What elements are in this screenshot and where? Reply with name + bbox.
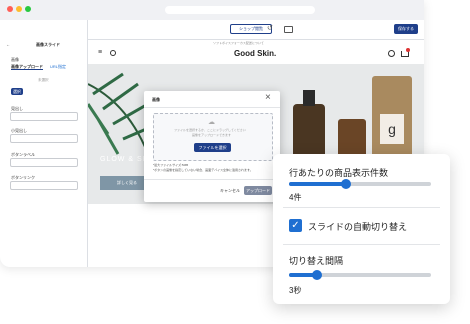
products-per-row-slider-fill bbox=[289, 182, 346, 186]
undo-icon[interactable]: ↺ bbox=[267, 25, 273, 33]
cancel-button[interactable]: キャンセル bbox=[220, 188, 240, 193]
panel-title: 画像スライド bbox=[36, 42, 60, 47]
choose-file-button[interactable]: ファイルを選択 bbox=[194, 143, 231, 152]
no-image-hint: 未選択 bbox=[38, 78, 49, 82]
save-button[interactable]: 保存する bbox=[394, 24, 418, 34]
close-icon[interactable]: × bbox=[265, 93, 271, 103]
monitor-icon[interactable] bbox=[284, 26, 293, 33]
account-icon[interactable] bbox=[388, 50, 395, 57]
close-window-dot[interactable] bbox=[7, 6, 13, 12]
cloud-upload-icon: ☁ bbox=[208, 119, 215, 126]
interval-slider[interactable] bbox=[289, 273, 431, 277]
interval-label: 切り替え間隔 bbox=[289, 256, 344, 266]
image-section-label: 画像 bbox=[11, 57, 19, 62]
modal-title: 画像 bbox=[152, 97, 160, 102]
store-logo[interactable]: Good Skin. bbox=[234, 49, 276, 58]
editor-side-panel: ← 画像スライド 画像 画像アップロード URL指定 未選択 選択 見出し 小見… bbox=[0, 20, 88, 267]
button-link-input[interactable] bbox=[10, 181, 78, 190]
settings-divider bbox=[283, 244, 440, 245]
maximize-window-dot[interactable] bbox=[25, 6, 31, 12]
subheading-input[interactable] bbox=[10, 134, 78, 143]
modal-footer-divider bbox=[144, 179, 280, 180]
device-note: *ボタンの画像を指定していない場合、画面デバイス全体に適用されます。 bbox=[153, 168, 253, 172]
image-upload-modal: 画像 × ☁ ファイルを選択するか、ここにドラッグしてください 画像をアップロー… bbox=[144, 91, 280, 202]
preview-shop-button[interactable]: ショップ閲覧 bbox=[230, 24, 272, 34]
field-label-subheading: 小見出し bbox=[11, 128, 27, 133]
product-label: g bbox=[380, 114, 404, 144]
dropzone-subtext: 画像をアップロードできます bbox=[192, 133, 232, 137]
search-icon[interactable] bbox=[110, 50, 116, 56]
file-drop-zone[interactable]: ☁ ファイルを選択するか、ここにドラッグしてください 画像をアップロードできます… bbox=[153, 113, 273, 161]
select-image-button[interactable]: 選択 bbox=[11, 88, 23, 95]
upload-button[interactable]: アップロード bbox=[244, 186, 272, 195]
settings-divider bbox=[283, 207, 440, 208]
products-per-row-value: 4件 bbox=[289, 193, 302, 202]
autoplay-checkbox[interactable]: ✓ bbox=[289, 219, 302, 232]
menu-icon[interactable]: ≡ bbox=[98, 49, 102, 56]
minimize-window-dot[interactable] bbox=[16, 6, 22, 12]
autoplay-label: スライドの自動切り替え bbox=[308, 222, 408, 232]
interval-slider-thumb[interactable] bbox=[312, 270, 323, 280]
address-bar[interactable] bbox=[165, 6, 315, 14]
heading-input[interactable] bbox=[10, 112, 78, 121]
field-label-heading: 見出し bbox=[11, 106, 23, 111]
slideshow-settings-card: 行あたりの商品表示件数 4件 ✓ スライドの自動切り替え 切り替え間隔 3秒 bbox=[273, 154, 450, 304]
back-arrow-icon[interactable]: ← bbox=[6, 42, 10, 47]
products-per-row-label: 行あたりの商品表示件数 bbox=[289, 168, 389, 178]
tab-url[interactable]: URL指定 bbox=[50, 64, 66, 69]
cart-count-badge bbox=[406, 48, 410, 52]
announcement-bar: ソフトボイスフォーカス配送について bbox=[213, 41, 264, 45]
field-label-button-link: ボタンリンク bbox=[11, 175, 35, 180]
products-per-row-slider[interactable] bbox=[289, 182, 431, 186]
interval-value: 3秒 bbox=[289, 286, 302, 295]
tab-image-upload[interactable]: 画像アップロード bbox=[11, 64, 43, 70]
button-label-input[interactable] bbox=[10, 158, 78, 167]
field-label-button-label: ボタンラベル bbox=[11, 152, 35, 157]
products-per-row-slider-thumb[interactable] bbox=[340, 179, 351, 189]
bottle-cap bbox=[303, 90, 315, 106]
modal-divider bbox=[144, 107, 280, 108]
